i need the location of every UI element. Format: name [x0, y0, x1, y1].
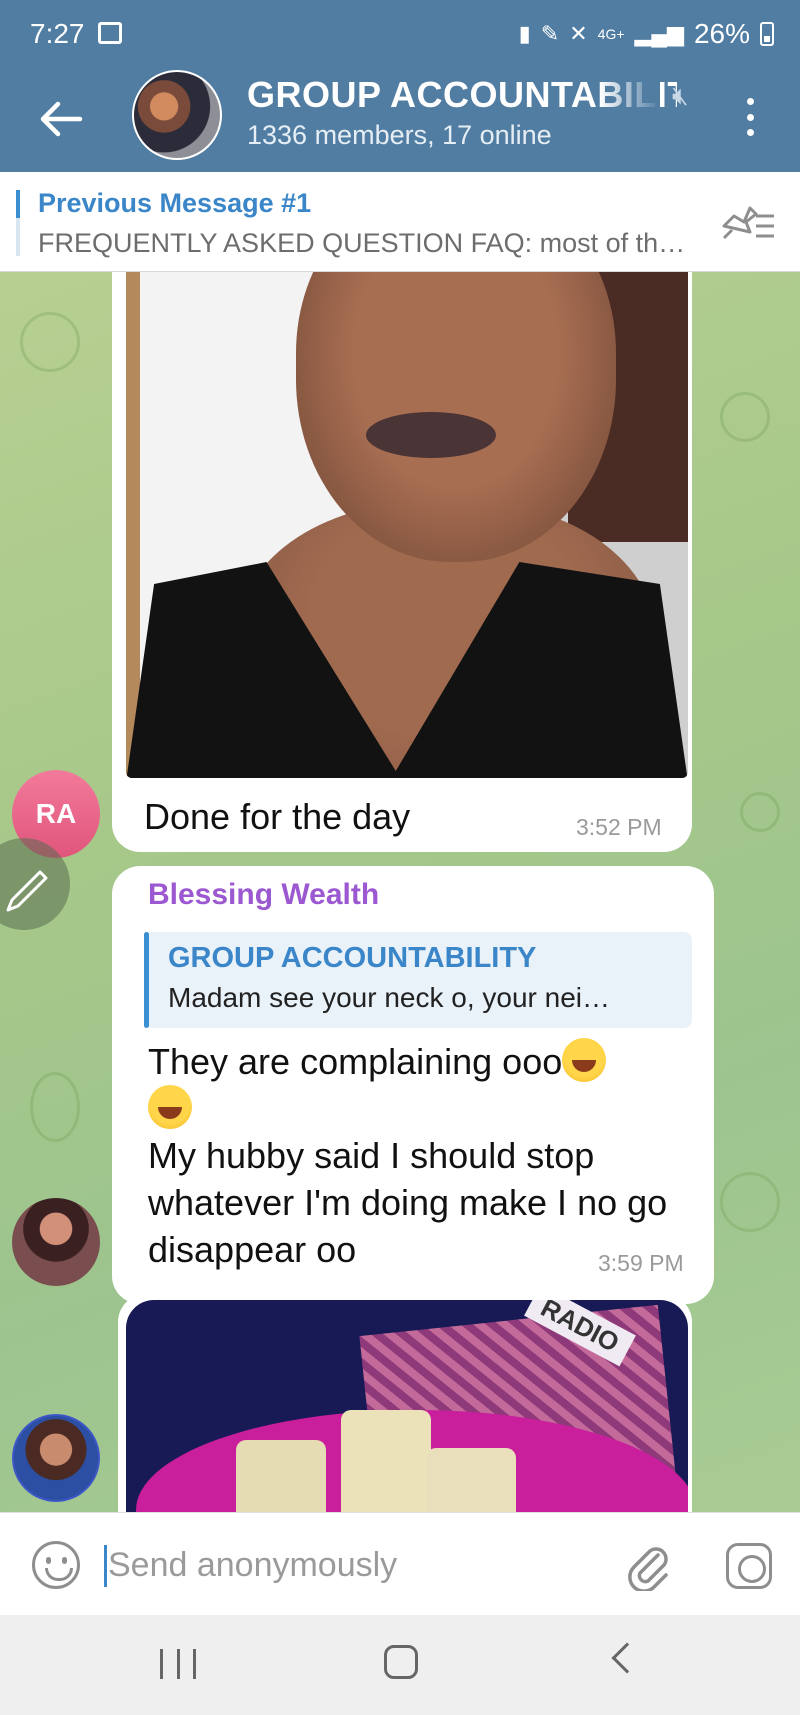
status-time: 7:27 — [30, 18, 85, 49]
camera-icon[interactable] — [726, 1543, 772, 1589]
message-line: My hubby said I should stop whatever I'm… — [148, 1135, 668, 1270]
mute-icon: ✕ — [569, 21, 588, 46]
laughing-emoji-icon — [562, 1038, 607, 1082]
home-icon[interactable] — [384, 1645, 418, 1679]
group-avatar[interactable] — [132, 70, 222, 160]
network-type: 4G+ — [597, 26, 625, 42]
reply-title: GROUP ACCOUNTABILITY — [168, 942, 537, 974]
reply-text: Madam see your neck o, your nei… — [168, 982, 610, 1013]
message-photo[interactable]: RADIO — [126, 1300, 688, 1512]
message-text: They are complaining ooo My hubby said I… — [148, 1038, 688, 1273]
title-fade — [600, 70, 660, 120]
pinned-message-bar[interactable]: Previous Message #1 FREQUENTLY ASKED QUE… — [0, 172, 800, 272]
system-nav-bar — [0, 1615, 800, 1715]
battery-level: 26% — [693, 18, 750, 49]
message-input-bar — [0, 1512, 800, 1615]
status-icons: ▮ ✎ ✕ 4G+ ▂▄▆ 26% — [519, 18, 774, 50]
pinned-text: FREQUENTLY ASKED QUESTION FAQ: most of t… — [38, 228, 686, 258]
chat-header: GROUP ACCOUNTABILITY 🔇︎ 1336 members, 17… — [0, 70, 800, 172]
background-doodle — [720, 392, 770, 442]
message-input[interactable] — [108, 1537, 588, 1593]
member-count[interactable]: 1336 members, 17 online — [247, 120, 552, 151]
message-caption: Done for the day — [144, 796, 411, 837]
gallery-icon — [98, 22, 122, 44]
background-doodle — [20, 312, 80, 372]
chat-messages[interactable]: Done for the day 3:52 PM RA Blessing Wea… — [0, 272, 800, 1512]
status-bar: 7:27 ▮ ✎ ✕ 4G+ ▂▄▆ 26% — [0, 0, 800, 70]
pinned-indicator — [16, 190, 20, 256]
muted-speaker-icon: 🔇︎ — [672, 80, 689, 110]
reply-preview[interactable]: GROUP ACCOUNTABILITY Madam see your neck… — [144, 932, 692, 1028]
avatar[interactable] — [12, 1414, 100, 1502]
pen-icon: ✎ — [540, 21, 560, 46]
recents-icon[interactable] — [160, 1649, 196, 1679]
emoji-icon[interactable] — [32, 1541, 80, 1589]
battery-saver-icon: ▮ — [518, 21, 531, 46]
battery-icon — [760, 22, 774, 46]
message-photo[interactable] — [126, 272, 688, 778]
background-doodle — [720, 1172, 780, 1232]
more-vert-icon[interactable] — [740, 92, 760, 142]
back-arrow-icon[interactable] — [36, 94, 86, 144]
message-time: 3:52 PM — [576, 814, 662, 840]
message-time: 3:59 PM — [598, 1250, 684, 1276]
reply-indicator — [144, 932, 149, 1028]
attach-icon[interactable] — [624, 1541, 674, 1591]
pin-list-icon[interactable] — [720, 202, 776, 242]
laughing-emoji-icon — [148, 1085, 192, 1129]
message-line: They are complaining ooo — [148, 1041, 563, 1082]
sender-name[interactable]: Blessing Wealth — [148, 878, 379, 912]
background-doodle — [740, 792, 780, 832]
background-doodle — [30, 1072, 80, 1142]
pinned-title: Previous Message #1 — [38, 188, 312, 218]
signal-icon: ▂▄▆ — [634, 21, 684, 46]
back-icon[interactable] — [611, 1642, 643, 1674]
text-cursor — [104, 1545, 107, 1587]
avatar[interactable] — [12, 1198, 100, 1286]
